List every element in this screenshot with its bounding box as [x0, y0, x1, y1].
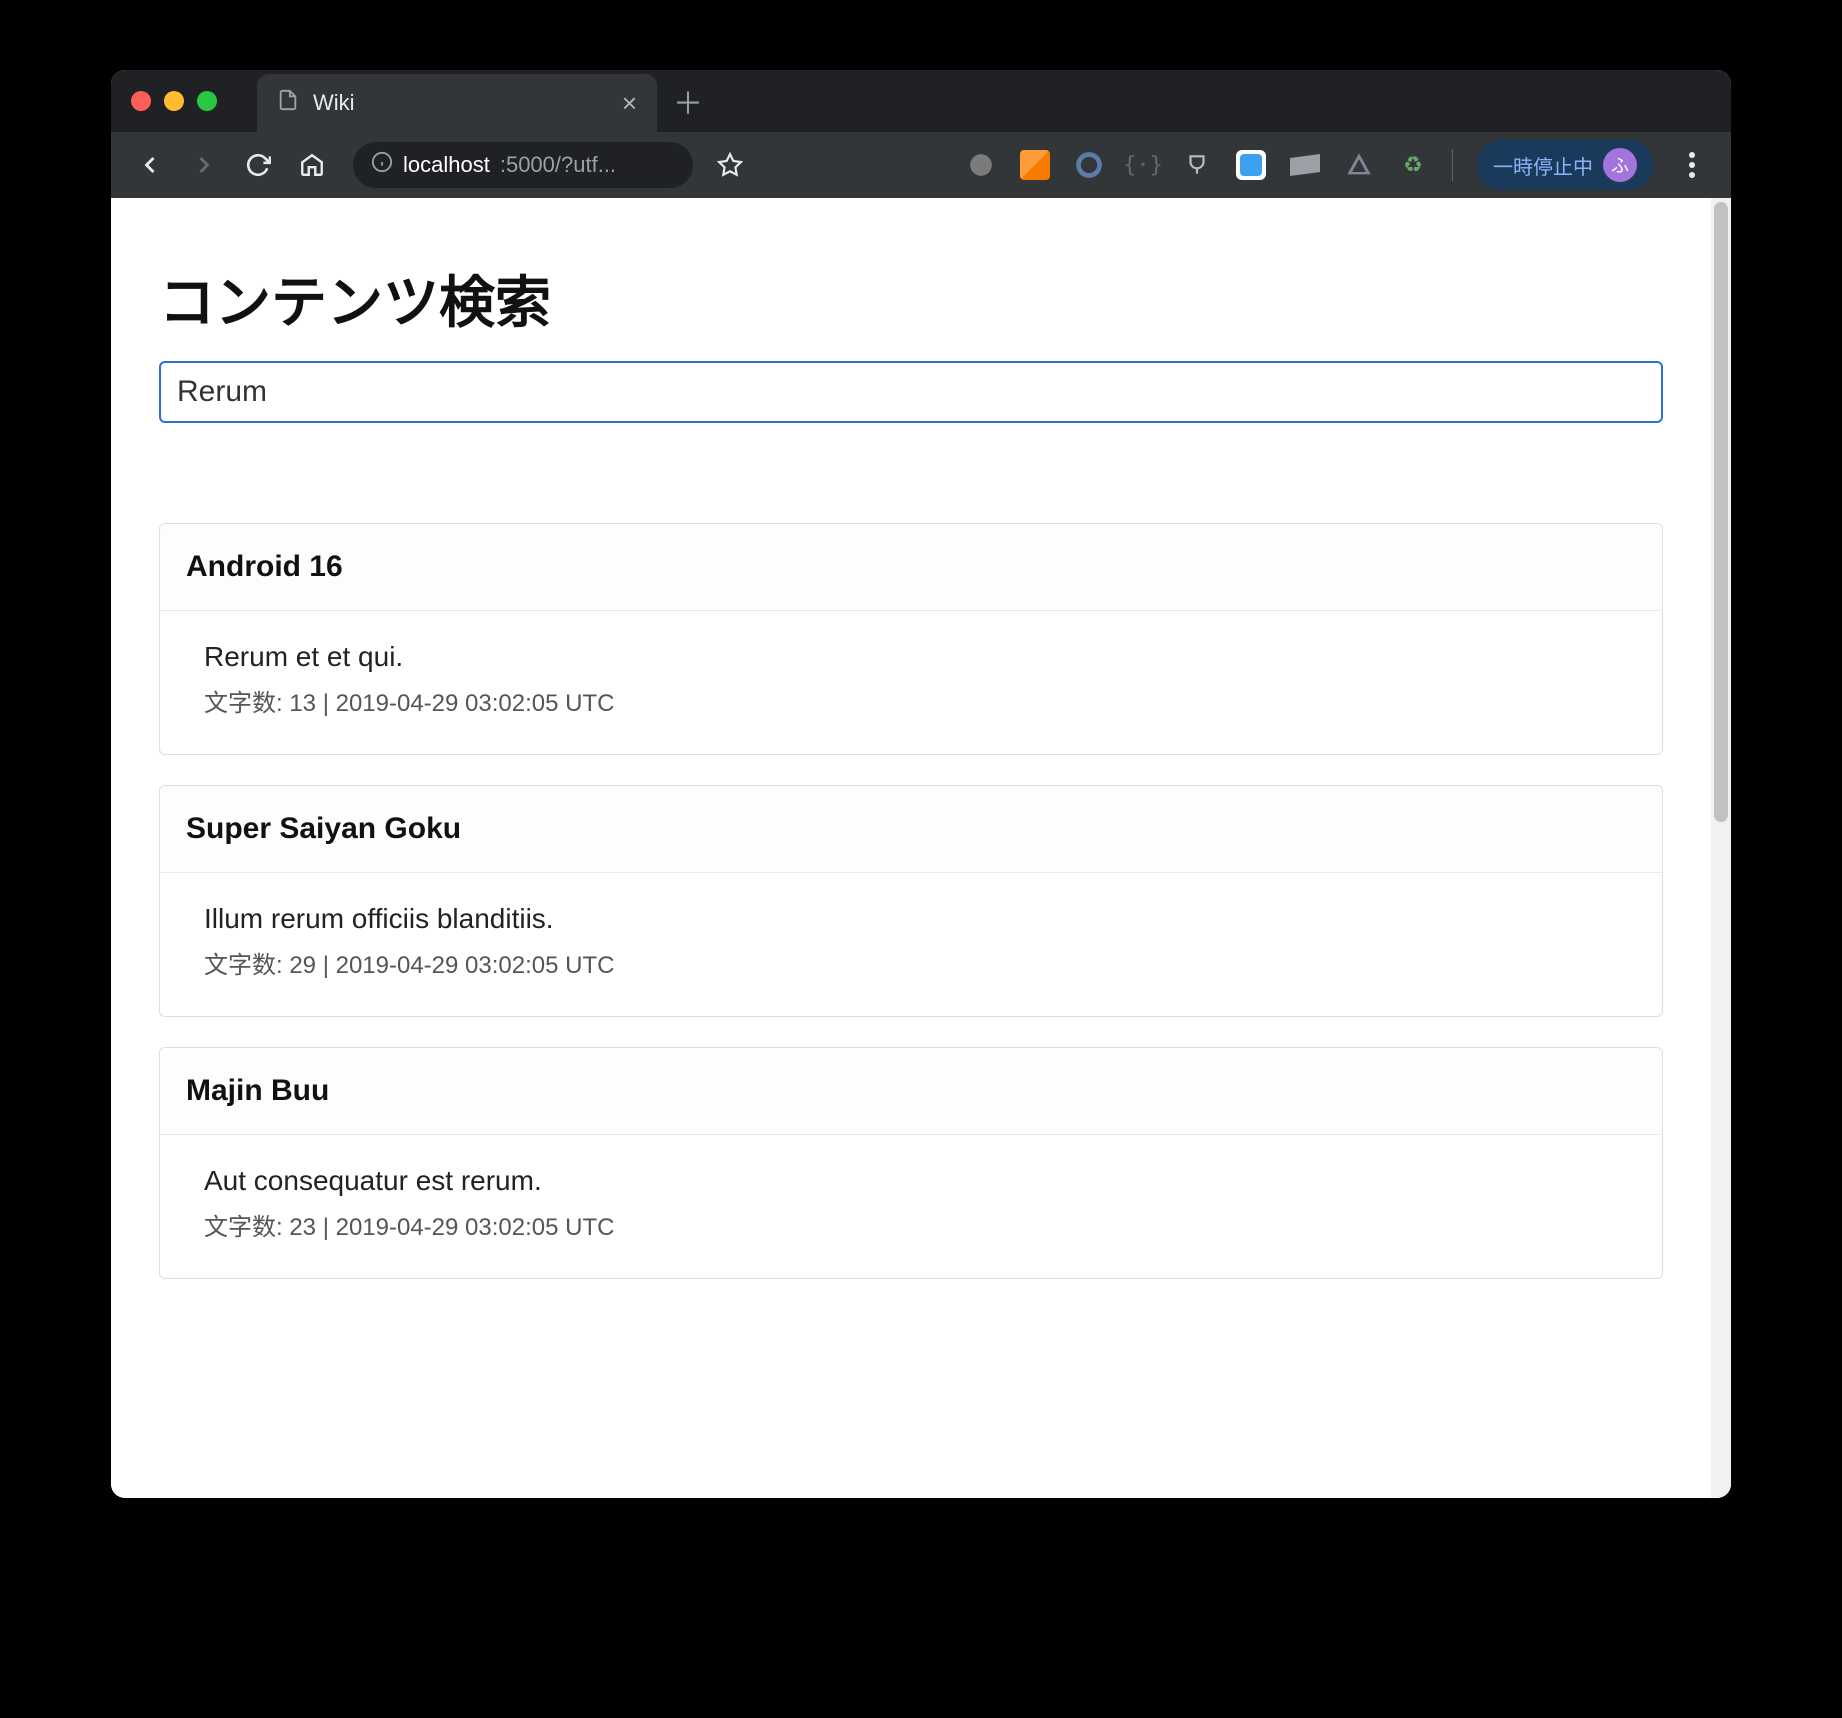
result-snippet: Aut consequatur est rerum. [204, 1165, 1636, 1197]
result-card[interactable]: Majin Buu Aut consequatur est rerum. 文字数: … [159, 1047, 1663, 1279]
paused-label: 一時停止中 [1493, 151, 1593, 180]
address-bar[interactable]: localhost :5000/?utf... [353, 142, 693, 188]
tab-title: Wiki [313, 90, 622, 116]
avatar-letter: ふ [1611, 152, 1629, 178]
extension-icon[interactable] [1020, 150, 1050, 180]
result-meta: 文字数: 23 | 2019-04-29 03:02:05 UTC [204, 1207, 1636, 1242]
back-button[interactable] [125, 140, 175, 190]
home-button[interactable] [287, 140, 337, 190]
result-body: Rerum et et qui. 文字数: 13 | 2019-04-29 03:… [160, 611, 1662, 754]
result-meta: 文字数: 13 | 2019-04-29 03:02:05 UTC [204, 683, 1636, 718]
result-title: Super Saiyan Goku [160, 786, 1662, 873]
new-tab-button[interactable]: ＋ [673, 79, 703, 123]
search-input[interactable] [159, 361, 1663, 423]
result-card[interactable]: Android 16 Rerum et et qui. 文字数: 13 | 2019… [159, 523, 1663, 755]
extension-icon[interactable] [1236, 150, 1266, 180]
extension-icon[interactable]: ♻ [1398, 150, 1428, 180]
minimize-window-button[interactable] [164, 91, 184, 111]
page-title: コンテンツ検索 [159, 258, 1663, 339]
extension-icon[interactable] [1344, 150, 1374, 180]
extensions-area: {·} ♻ 一時停止中 ふ [966, 140, 1717, 190]
toolbar-divider [1452, 149, 1453, 181]
result-title: Android 16 [160, 524, 1662, 611]
maximize-window-button[interactable] [197, 91, 217, 111]
title-bar: Wiki × ＋ [111, 70, 1731, 132]
sync-paused-pill[interactable]: 一時停止中 ふ [1477, 140, 1653, 190]
bookmark-button[interactable] [705, 140, 755, 190]
page-icon [277, 89, 299, 117]
page-content: コンテンツ検索 Android 16 Rerum et et qui. 文字数: 1… [111, 198, 1711, 1498]
window-controls [131, 91, 217, 111]
browser-menu-button[interactable] [1677, 152, 1707, 178]
extension-icon[interactable]: {·} [1128, 150, 1158, 180]
search-results: Android 16 Rerum et et qui. 文字数: 13 | 2019… [159, 523, 1663, 1279]
extension-icon[interactable] [1074, 150, 1104, 180]
result-snippet: Rerum et et qui. [204, 641, 1636, 673]
browser-window: Wiki × ＋ localhost :5000/?utf... [111, 70, 1731, 1498]
result-body: Illum rerum officiis blanditiis. 文字数: 29 … [160, 873, 1662, 1016]
address-host: localhost [403, 152, 490, 178]
browser-tab[interactable]: Wiki × [257, 74, 657, 132]
result-title: Majin Buu [160, 1048, 1662, 1135]
extension-icon[interactable] [1290, 150, 1320, 180]
extension-icon[interactable] [1182, 150, 1212, 180]
site-info-icon[interactable] [371, 151, 393, 179]
result-meta: 文字数: 29 | 2019-04-29 03:02:05 UTC [204, 945, 1636, 980]
scrollbar[interactable] [1711, 198, 1731, 1498]
result-card[interactable]: Super Saiyan GokuIllum rerum officiis bl… [159, 785, 1663, 1017]
close-window-button[interactable] [131, 91, 151, 111]
address-path: :5000/?utf... [500, 152, 616, 178]
forward-button[interactable] [179, 140, 229, 190]
result-body: Aut consequatur est rerum. 文字数: 23 | 2019… [160, 1135, 1662, 1278]
scrollbar-thumb[interactable] [1714, 202, 1728, 822]
viewport: コンテンツ検索 Android 16 Rerum et et qui. 文字数: 1… [111, 198, 1731, 1498]
profile-avatar[interactable]: ふ [1603, 148, 1637, 182]
toolbar: localhost :5000/?utf... {·} ♻ [111, 132, 1731, 198]
reload-button[interactable] [233, 140, 283, 190]
close-tab-button[interactable]: × [622, 88, 637, 119]
extension-icon[interactable] [966, 150, 996, 180]
result-snippet: Illum rerum officiis blanditiis. [204, 903, 1636, 935]
